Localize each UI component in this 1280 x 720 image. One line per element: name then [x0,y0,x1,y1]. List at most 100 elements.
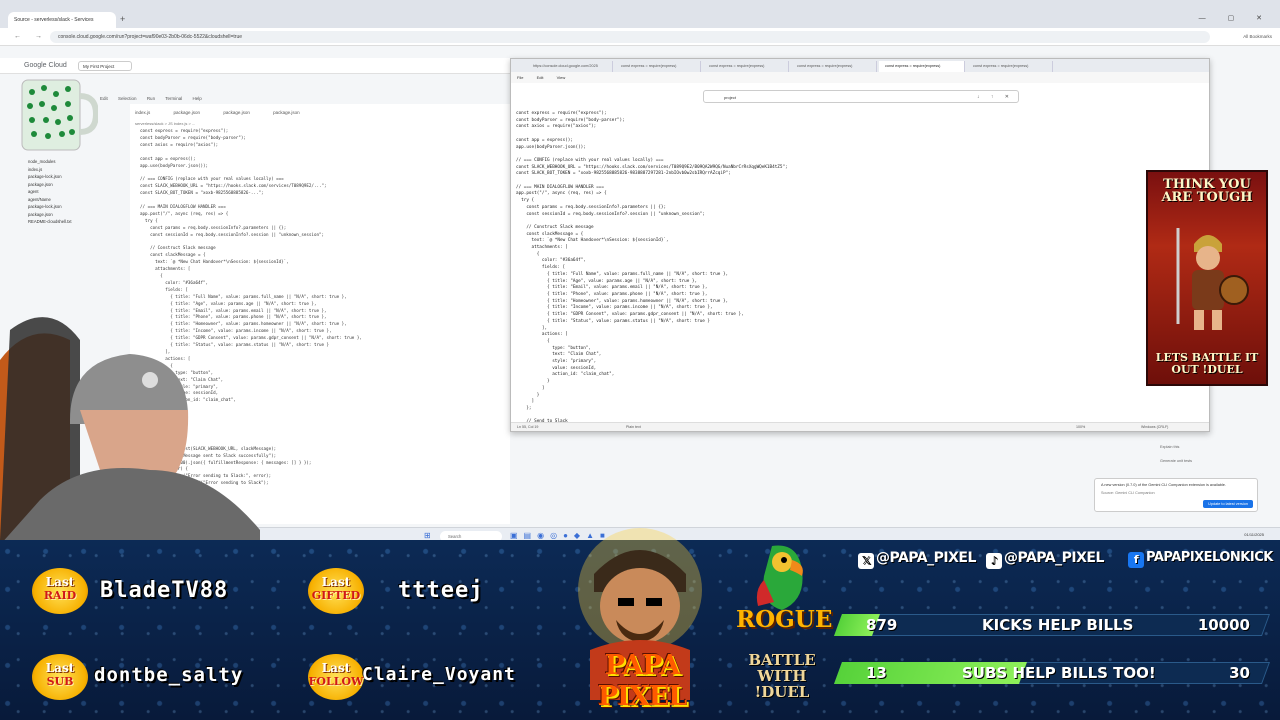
mug-image [21,79,98,151]
code-line: // Construct Slack message [516,224,594,230]
assistant-hints: Explain this Generate unit tests [1160,440,1192,468]
file-tree-item[interactable]: package-lock.json [28,173,128,181]
menu-run[interactable]: Run [147,96,155,101]
project-selector[interactable]: My First Project [78,61,132,71]
find-navigation-icons[interactable]: ↓ ↑ ✕ [977,94,1014,100]
code-line: const bodyParser = require("body-parser"… [516,117,625,123]
subs-goal-bar: 13 SUBS HELP BILLS TOO! 30 [833,660,1271,686]
notepad-tab[interactable]: const express = require(express) [791,61,877,72]
code-line: app.post("/", async (req, res) => { [516,191,607,197]
notepad-text[interactable]: const express = require("express"); const… [516,111,1206,426]
status-text-type: Plain text [626,425,641,429]
hint-explain[interactable]: Explain this [1160,440,1192,454]
tab-package-json[interactable]: package.json [223,110,250,115]
facebook-icon: f [1128,552,1144,568]
notepad-tab-active[interactable]: const express = require(express) [879,61,965,72]
code-line: const bodyParser = require("body-parser"… [140,134,246,140]
last-gifted-badge: Last GIFTED [308,568,364,614]
tab-package-json[interactable]: package.json [174,110,201,115]
code-line: { title: "Status", value: params.status … [516,318,711,324]
last-gifted-box: Last GIFTED ttteej [290,550,560,630]
update-button[interactable]: Update to latest version [1203,500,1253,508]
extension-update-notification: A new version (0.7.0) of the Gemini CLI … [1094,478,1258,512]
code-line: ] [516,385,545,391]
code-line: const params = req.body.sessionInfo?.par… [140,224,287,230]
find-input[interactable]: project ↓ ↑ ✕ [703,90,1019,103]
menu-selection[interactable]: Selection [118,96,137,101]
file-tree-item[interactable]: package.json [28,181,128,189]
menu-help[interactable]: Help [193,96,202,101]
menu-edit[interactable]: Edit [100,96,108,101]
browser-tabbar: Source - serverless/slack - Services + —… [0,0,1280,28]
code-line: attachments: [ [140,266,191,272]
hint-unit-tests[interactable]: Generate unit tests [1160,454,1192,468]
menu-terminal[interactable]: Terminal [165,96,182,101]
notepad-tab[interactable]: const express = require(express) [967,61,1053,72]
window-controls[interactable]: — ▢ ✕ [1199,14,1272,22]
status-eol: Windows (CRLF) [1141,425,1169,429]
start-icon[interactable]: ⊞ [424,531,437,540]
file-tree-item[interactable]: agent/Name [28,196,128,204]
code-line: { title: "GDPR Consent", value: params.g… [516,312,744,318]
file-tree-item[interactable]: node_modules [28,158,128,166]
ad-call-to-action: LETS BATTLE IT OUT !DUEL [1155,351,1259,376]
tab-index-js[interactable]: index.js [135,110,150,115]
bookmarks-label[interactable]: All Bookmarks [1243,34,1272,39]
last-sub-name: dontbe_salty [94,664,244,686]
google-cloud-logo[interactable]: Google Cloud [24,62,67,69]
file-tree-item[interactable]: README-cloudshell.txt [28,218,128,226]
address-bar[interactable]: console.cloud.google.com/run?project=waf… [50,31,1210,43]
file-tree-item[interactable]: index.js [28,166,128,174]
code-line: ], [516,325,548,331]
code-line: color: "#36a64f", [140,279,209,285]
code-line: // === CONFIG (replace with your real va… [516,157,664,163]
code-line: { [516,338,550,344]
code-line: const axios = require("axios"); [516,124,597,130]
tab-package-json[interactable]: package.json [273,110,300,115]
notepad-tab[interactable]: https://console.cloud.google.com/2025 [527,61,613,72]
kicks-goal-bar: 879 KICKS HELP BILLS 10000 [833,612,1271,638]
find-text: project [724,95,737,100]
menu-edit[interactable]: Edit [537,75,544,80]
notepad-tab[interactable]: const express = require(express) [703,61,789,72]
menu-file[interactable]: File [517,75,523,80]
code-line: { [516,251,540,257]
rogue-logo-text: ROGUE [736,606,833,633]
code-line: { [140,273,163,279]
browser-tab[interactable]: Source - serverless/slack - Services [8,12,116,28]
notepad-tabbar: https://console.cloud.google.com/2025 co… [511,59,1209,72]
social-handles: 𝕏 @PAPA_PIXEL ♪ @PAPA_PIXEL f PAPAPIXELONKI… [858,550,1278,574]
last-follow-badge: Last FOLLOW [308,654,364,700]
code-line: const sessionId = req.body.sessionInfo?.… [516,211,705,217]
screen-capture: Source - serverless/slack - Services + —… [0,0,1280,545]
x-handle: 𝕏 @PAPA_PIXEL [858,550,976,569]
file-tree-item[interactable]: package.json [28,211,128,219]
editor-file-tabs: index.js package.json package.json packa… [135,110,322,115]
code-line: const sessionId = req.body.sessionInfo?.… [140,231,325,237]
status-zoom: 100% [1076,425,1086,429]
notepad-window: https://console.cloud.google.com/2025 co… [510,58,1210,432]
code-line: value: sessionId, [516,365,597,371]
notification-source: Source: Gemini CLI Companion [1101,491,1155,495]
file-tree-item[interactable]: agent [28,188,128,196]
code-line: try { [140,217,158,223]
goal-target: 10000 [1197,616,1250,634]
notepad-tab[interactable]: const express = require(express) [615,61,701,72]
new-tab-icon[interactable]: + [120,14,125,24]
menu-view[interactable]: View [557,75,566,80]
code-line: color: "#36a64f", [516,258,586,264]
facebook-handle: f PAPAPIXELONKICK [1128,550,1273,568]
code-line: app.use(bodyParser.json()); [516,144,586,150]
file-tree-item[interactable]: package-lock.json [28,203,128,211]
last-sub-badge: Last SUB [32,654,88,700]
code-line: } [516,379,550,385]
last-raid-box: Last RAID BladeTV88 [14,550,284,630]
address-bar-row: ← → ↻ console.cloud.google.com/run?proje… [0,28,1280,46]
